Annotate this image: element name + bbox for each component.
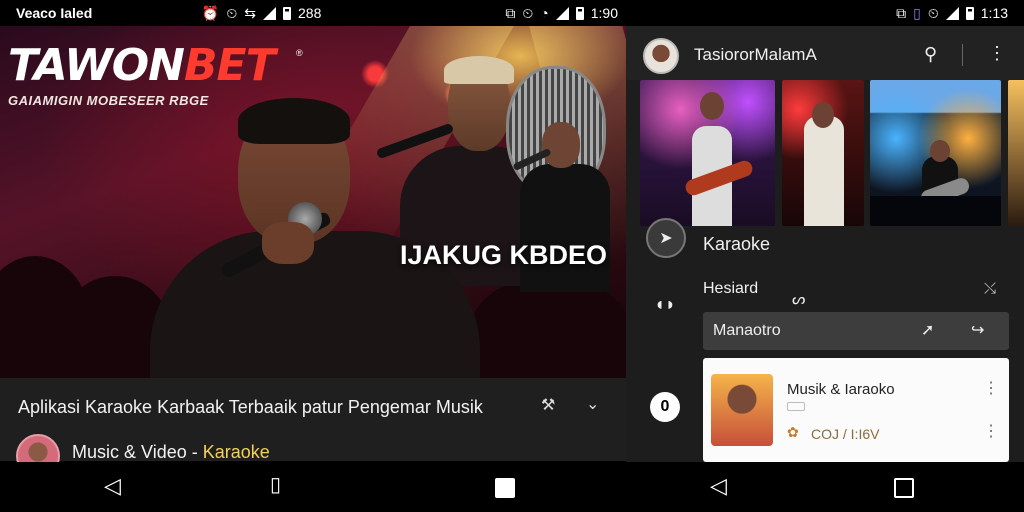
row-label[interactable]: Karaoke bbox=[703, 234, 770, 255]
video-meta: Aplikasi Karaoke Karbaak Terbaaik patur … bbox=[0, 378, 626, 478]
collapse-icon[interactable]: ⤯ bbox=[984, 280, 996, 297]
status-time: 1:13 bbox=[980, 5, 1008, 21]
header-divider bbox=[962, 44, 963, 66]
card-title: Musik & Iaraoko bbox=[787, 381, 895, 398]
filter-pill[interactable]: Manaotro ➚ ↪ bbox=[703, 312, 1009, 350]
thumbnail[interactable] bbox=[870, 80, 1001, 226]
wifi-icon: ◔ bbox=[540, 5, 549, 21]
alarm-icon: ⏰ bbox=[201, 5, 220, 21]
thumbnail[interactable] bbox=[782, 80, 864, 226]
video-category: Music & Video - Karaoke bbox=[72, 442, 270, 462]
search-icon[interactable]: ⚲ bbox=[924, 44, 937, 65]
battery-icon bbox=[965, 6, 974, 20]
status-value: 288 bbox=[298, 5, 322, 21]
list-item[interactable]: Musik & Iaraoko ✿ COJ / I:I6V ⋮ ⋮ bbox=[703, 358, 1009, 462]
alarm-icon: ⏲ bbox=[927, 5, 939, 21]
section-mark: ᔕ bbox=[792, 291, 806, 308]
speaker-icon[interactable]: ◖◗ bbox=[654, 294, 676, 315]
more-vertical-icon[interactable]: ⋮ bbox=[983, 421, 999, 441]
badge-icon bbox=[787, 402, 805, 411]
card-stat: COJ / I:I6V bbox=[811, 426, 880, 442]
record-icon[interactable]: 0 bbox=[650, 392, 680, 422]
pill-label: Manaotro bbox=[713, 322, 781, 339]
status-time: 1:90 bbox=[590, 5, 618, 21]
signal-icon bbox=[263, 6, 276, 20]
recents-icon[interactable]: ▯ bbox=[270, 475, 281, 495]
carrier-label: Veaco Ialed bbox=[16, 5, 93, 21]
thumbnail[interactable] bbox=[640, 80, 775, 226]
wrench-icon[interactable]: ⚒ bbox=[541, 395, 555, 415]
section-label: Hesiard bbox=[703, 280, 759, 297]
back-icon[interactable]: ◁ bbox=[104, 475, 121, 497]
avatar[interactable] bbox=[643, 38, 679, 74]
more-vertical-icon[interactable]: ⋮ bbox=[988, 43, 1006, 64]
brand-tagline: GAIAMIGIN MOBESEER RBGE bbox=[8, 93, 209, 108]
card-thumbnail bbox=[711, 374, 773, 446]
thumbnail-strip bbox=[640, 80, 1024, 226]
alarm-icon: ⏲ bbox=[522, 5, 534, 21]
channel-name[interactable]: TasiororMalamA bbox=[694, 45, 817, 65]
nfc-icon: ⧉ bbox=[896, 5, 907, 21]
wifi-icon: ▯ bbox=[913, 5, 921, 21]
channel-header: TasiororMalamA ⚲ ⋮ bbox=[626, 26, 1024, 80]
status-bar: ⧉ ▯ ⏲ 1:13 bbox=[626, 0, 1024, 26]
singer-main-hair bbox=[238, 98, 350, 144]
left-pane: Veaco Ialed ⏰ ⏲ ⇆ 288 ⧉ ⏲ ◔ 1:90 TAWONBE… bbox=[0, 0, 626, 512]
share-icon[interactable]: ➚ bbox=[921, 320, 934, 340]
alarm-icon: ⏲ bbox=[226, 5, 238, 21]
brand-logo: TAWONBET bbox=[8, 40, 276, 91]
nfc-icon: ⧉ bbox=[505, 5, 516, 21]
home-square-icon[interactable] bbox=[495, 478, 515, 498]
network-icon: ⇆ bbox=[244, 5, 256, 21]
status-icons: ⧉ ▯ ⏲ 1:13 bbox=[896, 5, 1008, 21]
singer-secondary-cap bbox=[444, 56, 514, 84]
back-icon[interactable]: ◁ bbox=[710, 475, 727, 497]
more-vertical-icon[interactable]: ⋮ bbox=[983, 378, 999, 398]
overview-square-icon[interactable] bbox=[894, 478, 914, 498]
chevron-down-icon[interactable]: ⌄ bbox=[586, 394, 599, 414]
battery-icon bbox=[575, 6, 584, 20]
navigation-bar: ◁ ▯ ◁ bbox=[0, 462, 1024, 512]
hero-overlay-title: IJAKUG KBDEO bbox=[400, 240, 608, 270]
signal-icon bbox=[555, 6, 569, 20]
singer-hand bbox=[262, 222, 314, 264]
hero-banner[interactable]: TAWONBET ® GAIAMIGIN MOBESEER RBGE IJAKU… bbox=[0, 26, 626, 378]
thumbnail[interactable] bbox=[1008, 80, 1024, 226]
registered-mark: ® bbox=[296, 48, 303, 58]
play-button[interactable]: ➤ bbox=[646, 218, 686, 258]
status-bar: Veaco Ialed ⏰ ⏲ ⇆ 288 ⧉ ⏲ ◔ 1:90 bbox=[0, 0, 626, 26]
signal-icon bbox=[945, 6, 959, 20]
right-pane: ⧉ ▯ ⏲ 1:13 TasiororMalamA ⚲ ⋮ ➤ Karaoke … bbox=[626, 0, 1024, 512]
video-title: Aplikasi Karaoke Karbaak Terbaaik patur … bbox=[18, 397, 483, 417]
forward-icon[interactable]: ↪ bbox=[971, 320, 984, 340]
battery-icon bbox=[283, 6, 291, 20]
gear-icon: ✿ bbox=[787, 424, 799, 440]
status-icons: ⏰ ⏲ ⇆ 288 ⧉ ⏲ ◔ 1:90 bbox=[202, 5, 618, 21]
